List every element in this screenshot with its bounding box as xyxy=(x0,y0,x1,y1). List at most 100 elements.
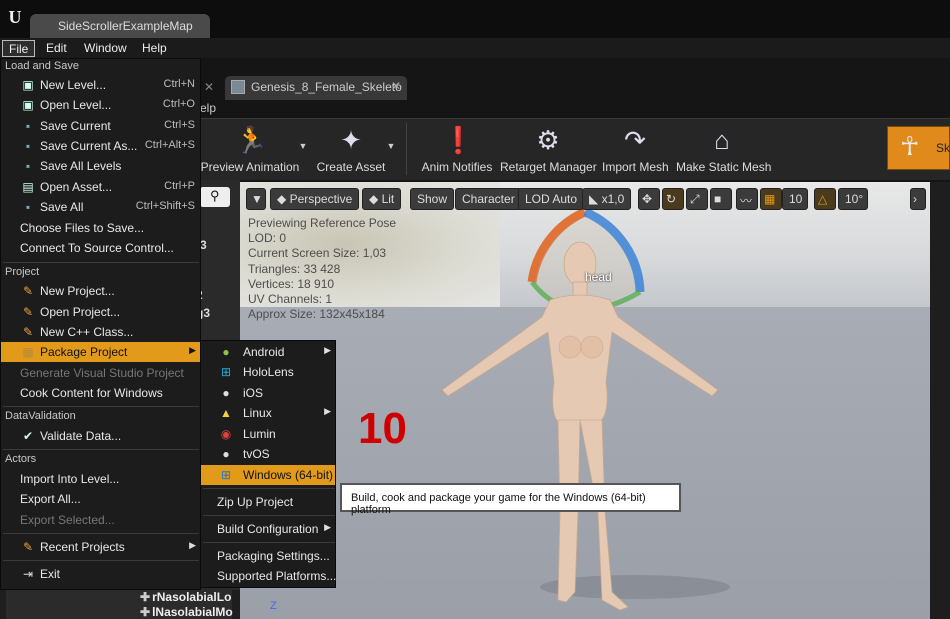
menu-item-save-all[interactable]: ▪ Save All Ctrl+Shift+S xyxy=(1,197,200,217)
menu-item-label: Cook Content for Windows xyxy=(20,386,163,400)
chevron-right-icon: ▶ xyxy=(324,522,331,532)
submenu-item-android[interactable]: ● Android ▶ xyxy=(201,342,335,362)
search-icon[interactable]: ⚲ xyxy=(210,188,220,204)
menu-item-save-current[interactable]: ▪ Save Current Ctrl+S xyxy=(1,116,200,136)
scale-icon[interactable]: ⤢ xyxy=(686,188,708,210)
menu-item-open-project[interactable]: ✎ Open Project... xyxy=(1,302,200,322)
submenu-item-lumin[interactable]: ◉ Lumin xyxy=(201,424,335,444)
create-asset-button[interactable]: ✦ Create Asset xyxy=(316,119,386,179)
stat-line: UV Channels: 1 xyxy=(248,292,333,307)
rotate-icon[interactable]: ↻ xyxy=(662,188,684,210)
step-number-overlay: 10 xyxy=(358,404,407,453)
menu-item-recent-projects[interactable]: ✎ Recent Projects ▶ xyxy=(1,537,200,557)
menu-item-shortcut: Ctrl+Alt+S xyxy=(144,139,195,151)
submenu-item-windows-64[interactable]: ⊞ Windows (64-bit) xyxy=(201,465,335,485)
menu-item-label: Save Current As... xyxy=(40,139,138,153)
surface-snap-icon[interactable]: 〰 xyxy=(736,188,758,210)
rotation-snap-icon[interactable]: △ xyxy=(814,188,836,210)
viewport-stats: Previewing Reference Pose LOD: 0 Current… xyxy=(248,216,396,322)
submenu-item-hololens[interactable]: ⊞ HoloLens xyxy=(201,362,335,382)
grid-snap-icon[interactable]: ▦ xyxy=(760,188,782,210)
submenu-item-label: Supported Platforms... xyxy=(217,569,337,583)
submenu-item-build-config[interactable]: Build Configuration ▶ xyxy=(201,519,335,539)
menu-item-label: Export All... xyxy=(20,492,81,506)
menu-item-new-level[interactable]: ▣ New Level... Ctrl+N xyxy=(1,75,200,95)
submenu-item-zip-up[interactable]: Zip Up Project xyxy=(201,492,335,512)
tree-row[interactable]: ✚ lNasolabialMo xyxy=(140,605,233,619)
chevron-down-icon[interactable]: ▼ xyxy=(296,141,310,155)
chevron-down-icon[interactable]: ▼ xyxy=(384,141,398,155)
chevron-right-icon: ▶ xyxy=(324,345,331,355)
menu-item-import-into-level[interactable]: Import Into Level... xyxy=(1,469,200,489)
import-mesh-button[interactable]: ↷ Import Mesh xyxy=(602,119,669,179)
menu-item-exit[interactable]: ⇥ Exit xyxy=(1,564,200,584)
menu-file[interactable]: File xyxy=(2,40,36,57)
submenu-item-linux[interactable]: ▲ Linux ▶ xyxy=(201,403,335,423)
lumin-icon: ◉ xyxy=(220,427,232,441)
stat-line: Current Screen Size: 1,03 xyxy=(248,246,387,261)
level-tab[interactable]: SideScrollerExampleMap xyxy=(30,14,210,38)
menu-item-label: Open Asset... xyxy=(40,180,113,194)
menu-divider xyxy=(3,560,199,561)
menu-item-label: Exit xyxy=(40,567,61,581)
translate-icon[interactable]: ✥ xyxy=(638,188,660,210)
submenu-item-supported-platforms[interactable]: Supported Platforms... xyxy=(201,566,337,586)
retarget-manager-button[interactable]: ⚙ Retarget Manager xyxy=(500,119,597,179)
menu-item-new-project[interactable]: ✎ New Project... xyxy=(1,281,200,301)
menu-item-source-control[interactable]: Connect To Source Control... xyxy=(1,238,200,258)
unreal-logo-icon[interactable]: U xyxy=(4,6,26,28)
menu-item-open-asset[interactable]: ▤ Open Asset... Ctrl+P xyxy=(1,177,200,197)
menu-item-label: Generate Visual Studio Project xyxy=(20,366,184,380)
world-local-icon[interactable]: ■ xyxy=(710,188,732,210)
menu-item-save-current-as[interactable]: ▪ Save Current As... Ctrl+Alt+S xyxy=(1,136,200,156)
submenu-item-tvos[interactable]: ● tvOS xyxy=(201,444,335,464)
menu-edit[interactable]: Edit xyxy=(40,40,73,57)
menu-item-label: New Project... xyxy=(40,284,115,298)
menu-item-open-level[interactable]: ▣ Open Level... Ctrl+O xyxy=(1,95,200,115)
make-static-mesh-button[interactable]: ⌂ Make Static Mesh xyxy=(676,119,771,179)
grid-size-button[interactable]: 10 xyxy=(782,188,808,210)
section-header: Actors xyxy=(5,453,37,465)
playback-speed-button[interactable]: ◣ x1,0 xyxy=(582,188,632,210)
lit-button[interactable]: ◆ Lit xyxy=(362,188,402,210)
perspective-button[interactable]: ◆ Perspective xyxy=(270,188,360,210)
menu-item-shortcut: Ctrl+N xyxy=(163,78,195,90)
submenu-item-packaging-settings[interactable]: Packaging Settings... xyxy=(201,546,335,566)
close-tab-icon[interactable]: ✕ xyxy=(204,80,214,94)
save-all-icon: ▪ xyxy=(25,200,31,214)
button-label: Import Mesh xyxy=(602,160,669,174)
menu-item-new-cpp-class[interactable]: ✎ New C++ Class... xyxy=(1,322,200,342)
tree-row[interactable]: ✚ rNasolabialLo xyxy=(140,590,231,604)
speed-label: x1,0 xyxy=(601,192,625,206)
menu-item-generate-vs-project: Generate Visual Studio Project xyxy=(1,363,200,383)
submenu-item-ios[interactable]: ● iOS xyxy=(201,383,335,403)
skeleton-asset-tab[interactable]: Genesis_8_Female_Skeleto ✕ xyxy=(225,76,407,100)
close-icon[interactable]: ✕ xyxy=(391,79,401,93)
viewport-expand-icon[interactable]: › xyxy=(910,188,926,210)
menu-item-choose-files[interactable]: Choose Files to Save... xyxy=(1,218,200,238)
character-button[interactable]: Character xyxy=(455,188,522,210)
menu-item-cook-content[interactable]: Cook Content for Windows xyxy=(1,383,200,403)
menu-item-shortcut: Ctrl+S xyxy=(164,119,195,131)
anim-notifies-button[interactable]: ❗ Anim Notifies xyxy=(420,119,494,179)
menu-item-label: Import Into Level... xyxy=(20,472,120,486)
skeleton-asset-icon xyxy=(231,80,245,94)
skeleton-mode-button[interactable]: ☥ Ske xyxy=(887,126,950,170)
menu-item-label: Save Current xyxy=(40,119,111,133)
submenu-item-label: Build Configuration xyxy=(217,522,319,536)
menu-item-validate-data[interactable]: ✔ Validate Data... xyxy=(1,426,200,446)
lod-button[interactable]: LOD Auto xyxy=(518,188,585,210)
menu-divider xyxy=(3,533,199,534)
show-button[interactable]: Show xyxy=(410,188,455,210)
menu-help[interactable]: Help xyxy=(136,40,173,57)
section-header: Load and Save xyxy=(5,60,80,72)
viewport-options-button[interactable]: ▼ xyxy=(246,188,266,210)
rotation-size-button[interactable]: 10° xyxy=(838,188,868,210)
preview-animation-button[interactable]: 🏃 Preview Animation xyxy=(200,119,300,179)
menu-item-package-project[interactable]: ▦ Package Project ▶ xyxy=(1,342,200,362)
menu-window[interactable]: Window xyxy=(78,40,133,57)
save-all-levels-icon: ▪ xyxy=(25,159,31,173)
button-label: Retarget Manager xyxy=(500,160,597,174)
menu-item-save-all-levels[interactable]: ▪ Save All Levels xyxy=(1,156,200,176)
menu-item-export-all[interactable]: Export All... xyxy=(1,489,200,509)
